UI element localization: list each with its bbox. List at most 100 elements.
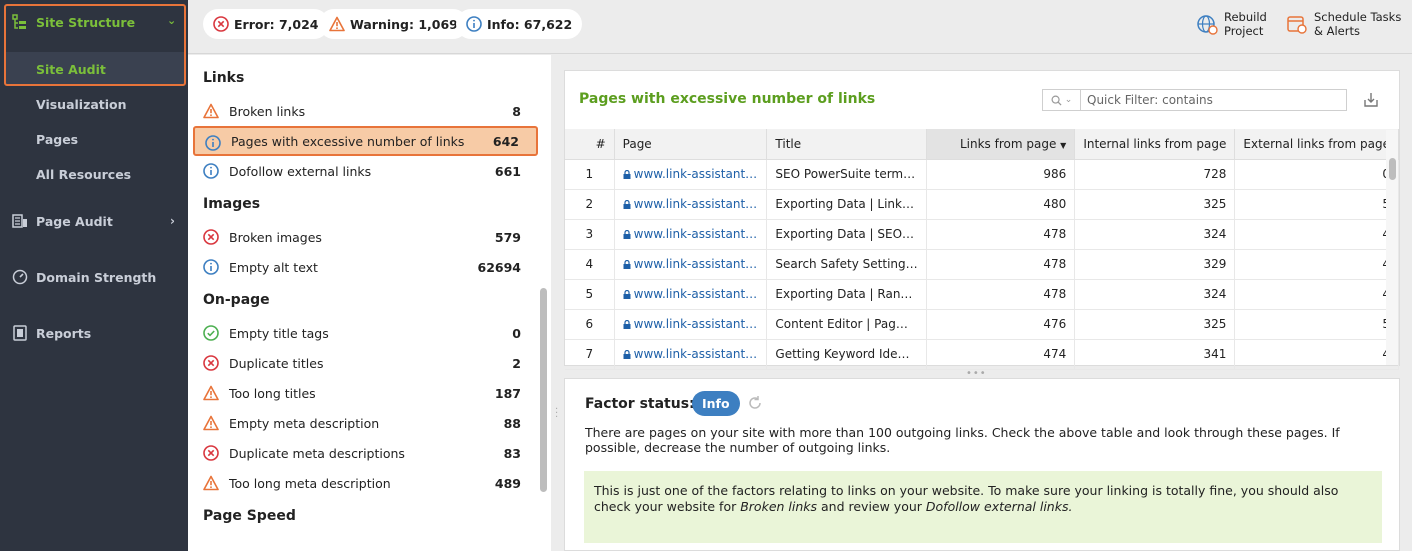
export-icon[interactable] xyxy=(1362,91,1380,109)
tip-link-dofollow[interactable]: Dofollow external links. xyxy=(926,499,1073,514)
factor-count: 0 xyxy=(512,325,521,341)
nav-site-structure[interactable]: Site Structure ⌄ xyxy=(12,14,176,30)
cell-page[interactable]: www.link-assistant… xyxy=(614,339,768,370)
globe-refresh-icon xyxy=(1197,15,1218,35)
cell-external-links: 5 xyxy=(1234,309,1399,340)
schedule-label-1: Schedule Tasks xyxy=(1314,10,1402,24)
schedule-label-2: & Alerts xyxy=(1314,24,1360,38)
cell-page[interactable]: www.link-assistant… xyxy=(614,189,768,220)
factors-scrollbar[interactable] xyxy=(540,288,547,492)
factor-item[interactable]: Pages with excessive number of links 642 xyxy=(193,126,538,156)
error-icon xyxy=(203,445,219,461)
table-row[interactable]: 3 www.link-assistant… Exporting Data | SEO… xyxy=(565,219,1399,250)
cell-title: Exporting Data | Link… xyxy=(766,189,927,220)
cell-external-links: 4 xyxy=(1234,219,1399,250)
splitter-grip: · · · xyxy=(555,404,559,423)
nav-visualization[interactable]: Visualization xyxy=(36,97,127,112)
nav-domain-strength-label: Domain Strength xyxy=(36,269,157,285)
table-row[interactable]: 4 www.link-assistant… Search Safety Settin… xyxy=(565,249,1399,280)
col-index[interactable]: # xyxy=(565,129,615,160)
page-link[interactable]: www.link-assistant… xyxy=(634,317,758,331)
nav-reports[interactable]: Reports xyxy=(12,325,91,341)
factor-item[interactable]: Too long meta description 489 xyxy=(193,468,538,498)
factor-item[interactable]: Empty alt text 62694 xyxy=(193,252,538,282)
page-link[interactable]: www.link-assistant… xyxy=(634,287,758,301)
factor-item[interactable]: Too long titles 187 xyxy=(193,378,538,408)
tip-link-broken-links[interactable]: Broken links xyxy=(740,499,817,514)
cell-page[interactable]: www.link-assistant… xyxy=(614,249,768,280)
filter-mode-dropdown[interactable]: ⌄ xyxy=(1043,90,1081,110)
quick-filter-input[interactable] xyxy=(1081,93,1341,107)
table-row[interactable]: 1 www.link-assistant… SEO PowerSuite term…… xyxy=(565,159,1399,190)
lock-icon xyxy=(623,230,631,239)
factor-item[interactable]: Empty title tags 0 xyxy=(193,318,538,348)
section-title: Images xyxy=(203,196,261,212)
factor-label: Duplicate meta descriptions xyxy=(229,445,405,461)
table-row[interactable]: 2 www.link-assistant… Exporting Data | Lin… xyxy=(565,189,1399,220)
pane-splitter[interactable] xyxy=(551,55,564,551)
rebuild-project-button[interactable]: Rebuild Project xyxy=(1196,10,1267,38)
pages-table: # Page Title Links from page ▼ Internal … xyxy=(565,129,1399,370)
factor-item[interactable]: Duplicate meta descriptions 83 xyxy=(193,438,538,468)
nav-site-audit[interactable]: Site Audit xyxy=(36,62,106,77)
factor-label: Empty alt text xyxy=(229,259,318,275)
refresh-icon[interactable] xyxy=(747,395,763,411)
factor-status-label: Factor status: xyxy=(585,396,695,412)
factor-item[interactable]: Broken images 579 xyxy=(193,222,538,252)
page-link[interactable]: www.link-assistant… xyxy=(634,227,758,241)
chevron-right-icon: › xyxy=(170,214,175,228)
calendar-alarm-icon xyxy=(1287,16,1307,34)
cell-index: 1 xyxy=(565,159,615,190)
factor-count: 88 xyxy=(503,415,521,431)
cell-external-links: 5 xyxy=(1234,189,1399,220)
lock-icon xyxy=(623,350,631,359)
cell-links-from-page: 474 xyxy=(926,339,1076,370)
error-count-pill[interactable]: Error: 7,024 xyxy=(203,9,329,39)
factor-item[interactable]: Dofollow external links 661 xyxy=(193,156,538,186)
factor-label: Pages with excessive number of links xyxy=(231,133,465,149)
page-link[interactable]: www.link-assistant… xyxy=(634,257,758,271)
factor-item[interactable]: Broken links 8 xyxy=(193,96,538,126)
factor-label: Too long meta description xyxy=(229,475,391,491)
nav-page-audit[interactable]: Page Audit › xyxy=(12,213,175,229)
col-links-from-page[interactable]: Links from page ▼ xyxy=(926,129,1076,160)
warning-count-pill[interactable]: Warning: 1,069 xyxy=(319,9,468,39)
nav-all-resources[interactable]: All Resources xyxy=(36,167,131,182)
info-count-pill[interactable]: Info: 67,622 xyxy=(456,9,583,39)
col-page[interactable]: Page xyxy=(614,129,768,160)
col-title[interactable]: Title xyxy=(766,129,927,160)
table-row[interactable]: 5 www.link-assistant… Exporting Data | Ran… xyxy=(565,279,1399,310)
table-row[interactable]: 6 www.link-assistant… Content Editor | Pag… xyxy=(565,309,1399,340)
cell-page[interactable]: www.link-assistant… xyxy=(614,159,768,190)
factor-count: 642 xyxy=(492,133,519,149)
section-title: Links xyxy=(203,70,245,86)
sitemap-icon xyxy=(12,14,26,29)
section-title: Page Speed xyxy=(203,508,296,524)
factor-item[interactable]: Empty meta description 88 xyxy=(193,408,538,438)
rebuild-label-1: Rebuild xyxy=(1224,10,1267,24)
cell-page[interactable]: www.link-assistant… xyxy=(614,219,768,250)
rebuild-label-2: Project xyxy=(1224,24,1264,38)
info-count: Info: 67,622 xyxy=(487,16,573,32)
cell-internal-links: 325 xyxy=(1074,189,1236,220)
table-row[interactable]: 7 www.link-assistant… Getting Keyword Ide…… xyxy=(565,339,1399,370)
cell-page[interactable]: www.link-assistant… xyxy=(614,279,768,310)
nav-domain-strength[interactable]: Domain Strength xyxy=(12,269,156,285)
cell-page[interactable]: www.link-assistant… xyxy=(614,309,768,340)
lock-icon xyxy=(623,320,631,329)
chevron-down-icon: ⌄ xyxy=(167,14,177,27)
schedule-tasks-button[interactable]: Schedule Tasks & Alerts xyxy=(1286,10,1401,38)
lock-icon xyxy=(623,290,631,299)
table-scrollbar-thumb[interactable] xyxy=(1389,158,1396,180)
col-internal-links[interactable]: Internal links from page xyxy=(1074,129,1236,160)
page-link[interactable]: www.link-assistant… xyxy=(634,167,758,181)
col-links-from-page-label: Links from page xyxy=(959,136,1057,151)
col-external-links[interactable]: External links from page xyxy=(1234,129,1399,160)
page-link[interactable]: www.link-assistant… xyxy=(634,197,758,211)
nav-pages[interactable]: Pages xyxy=(36,132,78,147)
factor-item[interactable]: Duplicate titles 2 xyxy=(193,348,538,378)
factor-label: Broken links xyxy=(229,103,306,119)
panel-title: Pages with excessive number of links xyxy=(579,91,876,107)
factor-tip: This is just one of the factors relating… xyxy=(584,471,1382,543)
page-link[interactable]: www.link-assistant… xyxy=(634,347,758,361)
